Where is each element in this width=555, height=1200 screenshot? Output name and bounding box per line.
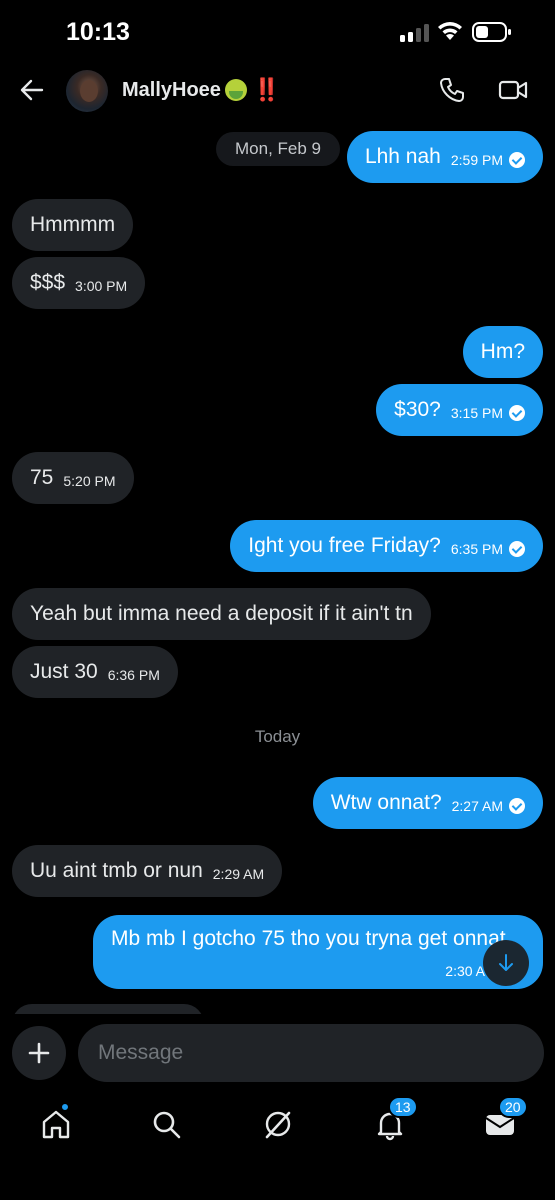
message-bubble-outgoing[interactable]: Ight you free Friday? 6:35 PM xyxy=(230,520,543,572)
double-exclamation-emoji: ‼️ xyxy=(252,77,280,102)
nav-messages[interactable]: 20 xyxy=(480,1096,528,1144)
nav-search[interactable] xyxy=(146,1104,186,1144)
message-composer xyxy=(0,1014,555,1094)
cellular-signal-icon xyxy=(400,24,430,42)
message-bubble-incoming[interactable]: Just 30 6:36 PM xyxy=(12,646,178,698)
message-text: Mb mb I gotcho 75 tho you tryna get onna… xyxy=(111,927,506,950)
clock: 10:13 xyxy=(66,18,130,46)
message-time: 3:15 PM xyxy=(450,405,503,421)
message-bubble-outgoing[interactable]: Mb mb I gotcho 75 tho you tryna get onna… xyxy=(93,915,543,989)
battery-icon xyxy=(472,22,511,42)
status-bar: 10:13 xyxy=(0,0,555,62)
attach-button[interactable] xyxy=(12,1026,66,1080)
bottom-navigation: 13 20 xyxy=(0,1094,555,1200)
message-text: $30? xyxy=(394,398,441,421)
nav-home[interactable] xyxy=(36,1102,76,1144)
message-bubble-outgoing[interactable]: Hm? xyxy=(462,326,543,378)
seen-check-icon xyxy=(509,152,525,168)
message-text: Hmmmm xyxy=(30,213,116,236)
nav-grok[interactable] xyxy=(258,1104,298,1144)
message-bubble-incoming[interactable]: Uu aint tmb or nun 2:29 AM xyxy=(12,845,283,897)
message-time: 6:35 PM xyxy=(450,541,503,557)
message-bubble-incoming[interactable]: 75 5:20 PM xyxy=(12,452,134,504)
search-icon xyxy=(153,1111,181,1139)
message-text: Yeah but imma need a deposit if it ain't… xyxy=(30,602,413,625)
message-bubble-incoming[interactable]: Hmmmm xyxy=(12,199,134,251)
back-arrow-icon[interactable] xyxy=(18,76,46,104)
notifications-badge: 13 xyxy=(388,1096,418,1118)
phone-call-icon[interactable] xyxy=(438,76,466,104)
scroll-to-bottom-button[interactable] xyxy=(483,940,529,986)
video-call-icon[interactable] xyxy=(498,76,528,104)
message-text: Wtw onnat? xyxy=(330,791,442,814)
arrow-down-icon xyxy=(499,954,513,971)
message-bubble-outgoing[interactable]: Lhh nah 2:59 PM xyxy=(346,131,543,183)
message-text: Hm? xyxy=(480,340,525,363)
seen-check-icon xyxy=(509,405,525,421)
date-separator: Mon, Feb 9 xyxy=(216,132,340,166)
message-bubble-incoming[interactable]: $$$ 3:00 PM xyxy=(12,257,146,309)
date-separator: Today xyxy=(254,727,301,746)
message-text: $$$ xyxy=(30,271,66,294)
nav-notifications[interactable]: 13 xyxy=(370,1096,418,1144)
conversation-header: MallyHoee ‼️ xyxy=(0,62,555,120)
home-unread-dot xyxy=(60,1102,70,1112)
contact-name-text: MallyHoee xyxy=(122,78,221,101)
message-text: 75 xyxy=(30,466,54,489)
message-input[interactable] xyxy=(78,1024,544,1082)
message-time: 2:27 AM xyxy=(451,798,503,814)
messages-badge: 20 xyxy=(498,1096,528,1118)
seen-check-icon xyxy=(509,798,525,814)
seen-check-icon xyxy=(509,541,525,557)
grok-icon xyxy=(265,1111,291,1139)
message-bubble-outgoing[interactable]: Wtw onnat? 2:27 AM xyxy=(312,777,543,829)
message-time: 2:59 PM xyxy=(450,152,503,168)
message-text: Lhh nah xyxy=(364,145,441,168)
home-icon xyxy=(42,1110,70,1139)
message-time: 2:30 A xyxy=(445,963,485,979)
contact-avatar[interactable] xyxy=(66,70,108,112)
message-time: 3:00 PM xyxy=(75,278,128,294)
wifi-icon xyxy=(438,22,462,40)
plus-icon xyxy=(28,1042,50,1064)
message-bubble-incoming[interactable]: Yeah but imma need a deposit if it ain't… xyxy=(12,588,431,640)
message-bubble-outgoing[interactable]: $30? 3:15 PM xyxy=(376,384,543,436)
contact-name[interactable]: MallyHoee ‼️ xyxy=(122,77,280,103)
message-text: Uu aint tmb or nun xyxy=(30,859,203,882)
message-text: Ight you free Friday? xyxy=(248,534,441,557)
message-text: Just 30 xyxy=(30,660,98,683)
sick-face-emoji-icon xyxy=(224,79,247,101)
message-time: 2:29 AM xyxy=(212,866,265,882)
message-time: 5:20 PM xyxy=(63,473,116,489)
message-time: 6:36 PM xyxy=(107,667,160,683)
